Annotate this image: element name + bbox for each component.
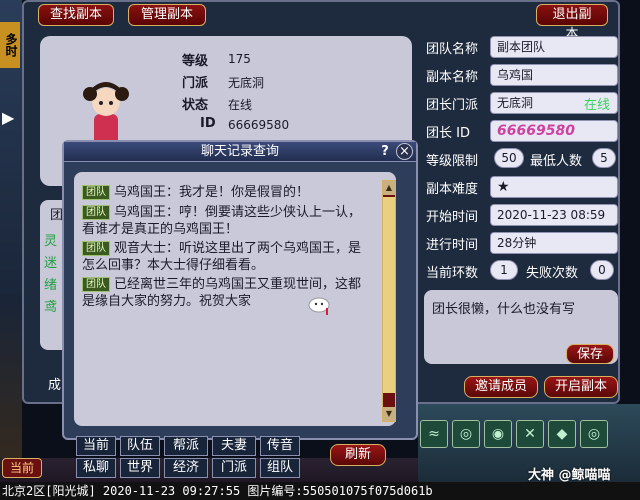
channel-party[interactable]: 组队 xyxy=(260,458,300,478)
manage-dungeon-button[interactable]: 管理副本 xyxy=(128,4,206,26)
channel-guild[interactable]: 帮派 xyxy=(164,436,208,456)
dungeon-name-field: 乌鸡国 xyxy=(490,64,618,86)
chat-message-text: 乌鸡国王：哼！倒要请这些少侠认上一认，看谁才是真正的乌鸡国王！ xyxy=(82,205,362,237)
skill-icon[interactable]: ◉ xyxy=(484,420,512,448)
scroll-up-icon[interactable]: ▲ xyxy=(383,181,395,195)
skill-icon[interactable]: ◆ xyxy=(548,420,576,448)
elapsed-label: 进行时间 xyxy=(426,238,479,253)
team-channel-tag: 团队 xyxy=(82,241,110,256)
id-value: 66669580 xyxy=(228,118,290,132)
channel-spouse[interactable]: 夫妻 xyxy=(212,436,256,456)
refresh-button[interactable]: 刷新 xyxy=(330,444,386,466)
skill-icon[interactable]: ◎ xyxy=(452,420,480,448)
id-label: ID xyxy=(200,116,216,131)
dungeon-name-label: 副本名称 xyxy=(426,70,479,85)
time-indicator: 多时 xyxy=(0,22,20,68)
channel-row-2: 私聊 世界 经济 门派 组队 xyxy=(76,458,300,478)
member-item[interactable]: 绪 xyxy=(44,274,57,293)
member-count-fragment: 成 xyxy=(48,378,62,393)
leader-online-status: 在线 xyxy=(584,98,611,113)
elapsed-field: 28分钟 xyxy=(490,232,618,254)
scroll-down-icon[interactable]: ▼ xyxy=(383,407,395,421)
exit-dungeon-button[interactable]: 退出副本 xyxy=(536,4,608,42)
chat-history-dialog: 聊天记录查询 ? × 团队 乌鸡国王：我才是！你是假冒的！ 团队 乌鸡国王：哼！倒要… xyxy=(62,140,418,440)
skill-icon[interactable]: ◎ xyxy=(580,420,608,448)
team-channel-tag: 团队 xyxy=(82,205,110,220)
chat-message: 团队 乌鸡国王：我才是！你是假冒的！ xyxy=(82,184,364,201)
left-arrow-icon[interactable]: ▶ xyxy=(2,108,18,130)
scroll-thumb[interactable] xyxy=(383,197,395,393)
channel-private[interactable]: 私聊 xyxy=(76,458,116,478)
chat-message: 团队 乌鸡国王：哼！倒要请这些少侠认上一认，看谁才是真正的乌鸡国王！ xyxy=(82,204,364,238)
start-time-field: 2020-11-23 08:59 xyxy=(490,204,618,226)
channel-row-1: 当前 队伍 帮派 夫妻 传音 xyxy=(76,436,300,456)
leader-id-label: 团长 ID xyxy=(426,126,470,141)
channel-team[interactable]: 队伍 xyxy=(120,436,160,456)
channel-faction[interactable]: 门派 xyxy=(212,458,256,478)
leader-id-field: 66669580 xyxy=(490,120,618,142)
invite-member-button[interactable]: 邀请成员 xyxy=(464,376,538,398)
faction-label: 门派 xyxy=(182,76,209,91)
skill-icon[interactable]: ✕ xyxy=(516,420,544,448)
skill-bar: ≈ ◎ ◉ ✕ ◆ ◎ xyxy=(420,420,608,448)
find-dungeon-button[interactable]: 查找副本 xyxy=(38,4,114,26)
sheep-emoticon-icon xyxy=(306,296,332,316)
team-channel-tag: 团队 xyxy=(82,277,110,292)
watermark: 大神 @鲸喵喵 xyxy=(528,468,611,483)
member-item[interactable]: 迷 xyxy=(44,252,57,271)
status-bar: 北京2区[阳光城] 2020-11-23 09:27:55 图片编号:55050… xyxy=(0,482,640,500)
close-icon[interactable]: × xyxy=(396,143,413,160)
faction-value: 无底洞 xyxy=(228,76,265,90)
round-label: 当前环数 xyxy=(426,266,479,281)
level-limit-label: 等级限制 xyxy=(426,154,479,169)
channel-economy[interactable]: 经济 xyxy=(164,458,208,478)
channel-current[interactable]: 当前 xyxy=(76,436,116,456)
chat-dialog-title: 聊天记录查询 xyxy=(64,142,416,162)
team-name-field: 副本团队 xyxy=(490,36,618,58)
round-field: 1 xyxy=(490,260,518,280)
level-label: 等级 xyxy=(182,54,209,69)
team-channel-tag: 团队 xyxy=(82,185,110,200)
leader-faction-label: 团长门派 xyxy=(426,98,479,113)
channel-whisper-broadcast[interactable]: 传音 xyxy=(260,436,300,456)
chat-scrollbar[interactable]: ▲ ▼ xyxy=(382,180,396,422)
game-left-edge xyxy=(0,0,22,500)
channel-world[interactable]: 世界 xyxy=(120,458,160,478)
chat-log: 团队 乌鸡国王：我才是！你是假冒的！ 团队 乌鸡国王：哼！倒要请这些少侠认上一认，看… xyxy=(74,172,396,426)
member-item[interactable]: 灵 xyxy=(44,230,57,249)
fail-count-label: 失败次数 xyxy=(526,266,579,281)
chat-message: 团队 观音大士：听说这里出了两个乌鸡国王，是怎么回事？本大士得仔细看看。 xyxy=(82,240,364,274)
start-dungeon-button[interactable]: 开启副本 xyxy=(544,376,618,398)
min-members-label: 最低人数 xyxy=(530,154,583,169)
help-icon[interactable]: ? xyxy=(378,144,392,160)
skill-icon[interactable]: ≈ xyxy=(420,420,448,448)
save-note-button[interactable]: 保存 xyxy=(566,344,614,364)
status-label: 状态 xyxy=(182,98,209,113)
team-name-label: 团队名称 xyxy=(426,42,479,57)
level-limit-field: 50 xyxy=(494,148,524,168)
member-item[interactable]: 鸢 xyxy=(44,296,57,315)
start-time-label: 开始时间 xyxy=(426,210,479,225)
chat-message-text: 乌鸡国王：我才是！你是假冒的！ xyxy=(114,185,310,200)
leader-note-text[interactable]: 团长很懒，什么也没有写 xyxy=(432,298,575,317)
difficulty-label: 副本难度 xyxy=(426,182,479,197)
difficulty-stars: ★ xyxy=(490,176,618,198)
current-channel-button[interactable]: 当前 xyxy=(2,458,42,478)
fail-count-field: 0 xyxy=(590,260,614,280)
chat-message-text: 观音大士：听说这里出了两个乌鸡国王，是怎么回事？本大士得仔细看看。 xyxy=(82,241,362,273)
status-value: 在线 xyxy=(228,98,253,112)
min-members-field: 5 xyxy=(592,148,616,168)
level-value: 175 xyxy=(228,52,251,66)
